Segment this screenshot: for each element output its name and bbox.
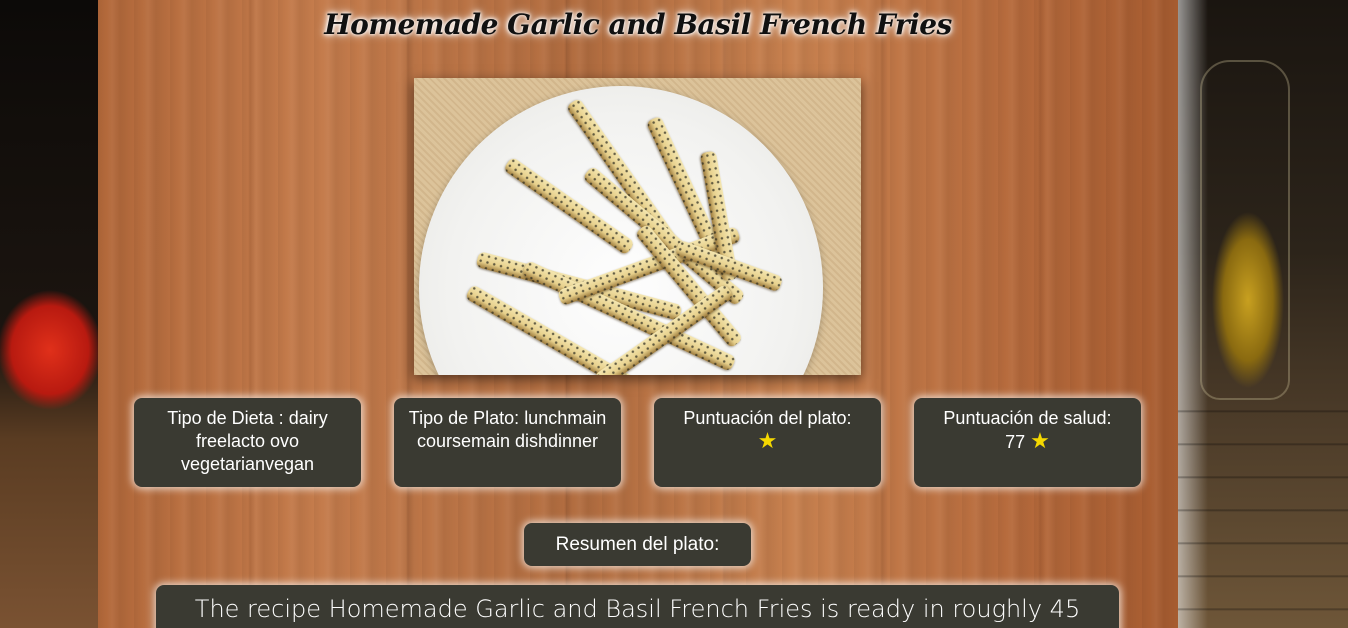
summary-text: The recipe Homemade Garlic and Basil Fre…: [156, 585, 1119, 628]
oil-bottle-outline: [1200, 60, 1290, 400]
background-left-tomato: [0, 0, 100, 628]
health-score-label: Puntuación de salud:: [943, 408, 1112, 428]
dish-type-card: Tipo de Plato: lunchmain coursemain dish…: [394, 398, 621, 487]
summary-button[interactable]: Resumen del plato:: [524, 523, 751, 566]
dish-type-label: Tipo de Plato:: [408, 408, 520, 428]
diet-type-card: Tipo de Dieta : dairy freelacto ovo vege…: [134, 398, 361, 487]
dish-score-label: Puntuación del plato:: [683, 408, 852, 428]
star-icon: ★: [1030, 428, 1050, 453]
health-score-card: Puntuación de salud: 77 ★: [914, 398, 1141, 487]
plate: [419, 86, 823, 375]
diet-type-label: Tipo de Dieta :: [167, 408, 284, 428]
dish-score-card: Puntuación del plato: ★: [654, 398, 881, 487]
recipe-image: [414, 78, 861, 375]
recipe-title: Homemade Garlic and Basil French Fries: [324, 8, 952, 41]
health-score-value: 77: [1005, 432, 1026, 452]
background-right-table: [1178, 380, 1348, 628]
star-icon: ★: [757, 428, 778, 453]
